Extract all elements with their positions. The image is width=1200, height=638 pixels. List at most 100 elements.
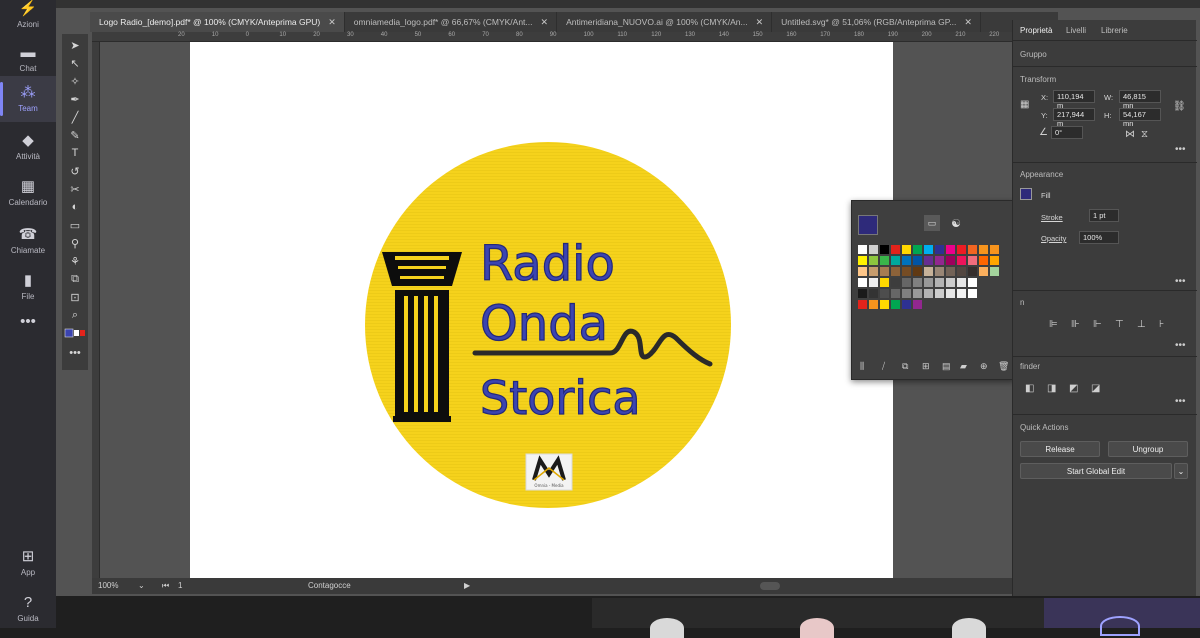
color-swatch[interactable] <box>935 245 944 254</box>
stroke-label[interactable]: Stroke <box>1041 213 1063 222</box>
color-swatch[interactable] <box>979 267 988 276</box>
rotate-tool-icon[interactable]: ↺ <box>62 162 88 180</box>
swatch-libraries-icon[interactable]: ▭ <box>924 215 940 231</box>
more-options-icon[interactable]: ••• <box>1175 396 1186 407</box>
artboard-tool-icon[interactable]: ⊡ <box>62 288 88 306</box>
more-options-icon[interactable]: ••• <box>1175 340 1186 351</box>
intersect-icon[interactable]: ◩ <box>1069 384 1079 394</box>
color-swatch[interactable] <box>946 267 955 276</box>
color-swatch[interactable] <box>869 278 878 287</box>
color-swatch[interactable] <box>913 278 922 287</box>
color-swatch[interactable] <box>990 245 999 254</box>
constrain-proportions-icon[interactable]: ⛓ <box>1173 102 1186 112</box>
align-top-icon[interactable]: ⊤ <box>1115 320 1125 330</box>
color-swatch[interactable] <box>902 245 911 254</box>
color-swatch[interactable] <box>913 289 922 298</box>
color-swatch[interactable] <box>869 245 878 254</box>
close-icon[interactable]: ✕ <box>541 17 549 28</box>
start-global-edit-button[interactable]: Start Global Edit <box>1020 463 1172 479</box>
color-swatch[interactable] <box>990 256 999 265</box>
color-swatch[interactable] <box>858 300 867 309</box>
color-swatch[interactable] <box>902 300 911 309</box>
color-swatch[interactable] <box>891 289 900 298</box>
artboard-number[interactable]: 1 <box>178 581 182 590</box>
folder-icon[interactable]: ▰ <box>960 361 967 372</box>
color-swatch[interactable] <box>957 278 966 287</box>
color-themes-icon[interactable]: ☯ <box>948 215 964 231</box>
align-center-icon[interactable]: ⊪ <box>1071 320 1081 330</box>
magic-wand-tool-icon[interactable]: ✧ <box>62 72 88 90</box>
color-swatch[interactable] <box>869 289 878 298</box>
swatch-kind-icon[interactable]: ⧸ <box>882 361 885 372</box>
release-button[interactable]: Release <box>1020 441 1100 457</box>
align-left-icon[interactable]: ⊫ <box>1049 320 1059 330</box>
radio-logo[interactable]: Radio Onda Storica Omnia - Media <box>190 42 893 578</box>
color-swatch[interactable] <box>891 300 900 309</box>
fill-swatch[interactable] <box>1020 188 1032 200</box>
color-swatch[interactable] <box>913 245 922 254</box>
color-swatch[interactable] <box>968 289 977 298</box>
color-swatch[interactable] <box>968 278 977 287</box>
align-middle-icon[interactable]: ⊥ <box>1137 320 1147 330</box>
scissors-tool-icon[interactable]: ✂ <box>62 180 88 198</box>
color-swatch[interactable] <box>924 245 933 254</box>
color-swatch[interactable] <box>869 300 878 309</box>
rail-app[interactable]: ⊞ App <box>0 540 56 586</box>
close-icon[interactable]: ✕ <box>756 17 764 28</box>
color-swatch[interactable] <box>924 256 933 265</box>
color-swatch[interactable] <box>880 289 889 298</box>
participant-avatar[interactable] <box>650 618 684 638</box>
more-options-icon[interactable]: ••• <box>1175 276 1186 287</box>
rectangle-tool-icon[interactable]: ▭ <box>62 216 88 234</box>
chevron-down-icon[interactable]: ⌄ <box>1174 463 1188 479</box>
color-swatch[interactable] <box>957 289 966 298</box>
eraser-tool-icon[interactable]: ◐ <box>62 198 88 216</box>
more-apps-button[interactable]: ••• <box>0 308 56 338</box>
show-kinds-icon[interactable]: ⊞ <box>922 361 930 372</box>
color-swatch[interactable] <box>946 256 955 265</box>
stroke-weight-field[interactable]: 1 pt <box>1089 209 1119 222</box>
w-field[interactable]: 46,815 mn <box>1119 90 1161 110</box>
participant-avatar[interactable] <box>952 618 986 638</box>
rail-attivita[interactable]: ◆ Attività <box>0 124 56 170</box>
color-swatch[interactable] <box>913 256 922 265</box>
first-artboard-icon[interactable]: ⏮ <box>162 581 169 591</box>
participant-avatar[interactable] <box>1100 616 1140 636</box>
color-swatch[interactable] <box>902 289 911 298</box>
color-swatch[interactable] <box>858 289 867 298</box>
artboard[interactable]: Radio Onda Storica Omnia - Media <box>190 42 893 578</box>
color-swatch[interactable] <box>924 267 933 276</box>
doc-tab[interactable]: Logo Radio_[demo].pdf* @ 100% (CMYK/Ante… <box>90 12 345 32</box>
trash-icon[interactable]: 🗑 <box>998 361 1009 372</box>
color-swatch[interactable] <box>990 267 999 276</box>
color-swatch[interactable] <box>858 245 867 254</box>
rail-azioni[interactable]: ⚡ Azioni <box>0 0 56 38</box>
color-swatch[interactable] <box>858 278 867 287</box>
rail-chiamate[interactable]: ☎ Chiamate <box>0 218 56 264</box>
y-field[interactable]: 217,944 m <box>1053 108 1095 128</box>
color-swatch[interactable] <box>968 267 977 276</box>
rail-file[interactable]: ▮ File <box>0 264 56 310</box>
flip-horizontal-icon[interactable]: ⋈ <box>1125 130 1135 140</box>
color-swatch[interactable] <box>880 267 889 276</box>
current-fill-swatch[interactable] <box>858 215 878 235</box>
color-swatch[interactable] <box>946 278 955 287</box>
symbol-sprayer-tool-icon[interactable]: ⧉ <box>62 270 88 288</box>
color-swatch[interactable] <box>869 256 878 265</box>
color-swatch[interactable] <box>957 267 966 276</box>
color-swatch[interactable] <box>979 245 988 254</box>
more-options-icon[interactable]: ••• <box>1175 144 1186 155</box>
color-swatch[interactable] <box>891 245 900 254</box>
zoom-tool-icon[interactable]: ⌕ <box>62 306 88 324</box>
x-field[interactable]: 110,194 m <box>1053 90 1095 110</box>
color-swatch[interactable] <box>957 256 966 265</box>
color-swatch[interactable] <box>902 256 911 265</box>
close-icon[interactable]: ✕ <box>964 17 972 28</box>
pen-tool-icon[interactable]: ✒ <box>62 90 88 108</box>
options-icon[interactable]: ⧉ <box>902 361 908 372</box>
chevron-down-icon[interactable]: ⌄ <box>138 581 145 590</box>
tab-layers[interactable]: Livelli <box>1066 26 1086 35</box>
doc-tab[interactable]: omniamedia_logo.pdf* @ 66,67% (CMYK/Ant.… <box>345 12 558 32</box>
color-swatch[interactable] <box>968 245 977 254</box>
color-swatch[interactable] <box>902 267 911 276</box>
